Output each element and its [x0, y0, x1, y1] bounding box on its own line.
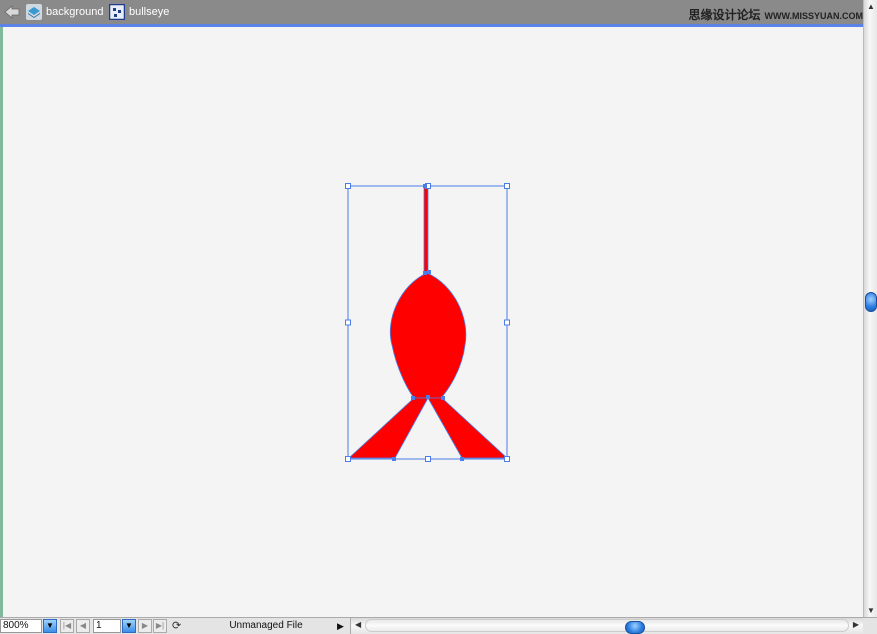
scroll-right-arrow-icon[interactable]: ▶ — [853, 620, 859, 629]
handle-middle-left[interactable] — [345, 319, 351, 326]
zoom-field[interactable]: 800% — [0, 619, 42, 633]
last-page-button[interactable]: ▶| — [153, 619, 167, 633]
first-page-icon: |◀ — [62, 621, 72, 630]
next-page-button[interactable]: ▶ — [138, 619, 152, 633]
handle-bottom-center[interactable] — [425, 456, 431, 462]
shape-right-leg — [427, 397, 509, 459]
page-dropdown-button[interactable]: ▼ — [122, 619, 136, 633]
handle-bottom-right[interactable] — [504, 456, 510, 462]
handle-top-right[interactable] — [504, 183, 510, 189]
resize-grip-icon[interactable] — [863, 618, 877, 634]
page-field[interactable]: 1 — [93, 619, 121, 633]
rotate-view-icon[interactable]: ⟳ — [172, 619, 186, 633]
red-shape[interactable] — [347, 185, 509, 459]
prev-page-icon: ◀ — [79, 621, 87, 630]
scroll-down-arrow-icon[interactable]: ▼ — [867, 606, 875, 615]
first-page-button[interactable]: |◀ — [60, 619, 74, 633]
shape-body — [389, 272, 467, 399]
shape-stem — [423, 185, 429, 275]
status-bar: 800% ▼ |◀ ◀ 1 ▼ ▶ ▶| ⟳ Unmanaged File ▶ … — [0, 617, 877, 634]
status-menu-arrow-icon[interactable]: ▶ — [337, 619, 344, 633]
next-page-icon: ▶ — [141, 621, 149, 630]
zoom-dropdown-button[interactable]: ▼ — [43, 619, 57, 633]
file-status: Unmanaged File — [229, 620, 303, 631]
scroll-up-arrow-icon[interactable]: ▲ — [867, 2, 875, 11]
handle-bottom-left[interactable] — [345, 456, 351, 462]
shape-left-leg — [347, 397, 429, 459]
anchor-point[interactable] — [392, 457, 396, 461]
handle-middle-right[interactable] — [504, 319, 510, 326]
vertical-scroll-thumb[interactable] — [865, 292, 877, 312]
anchor-point[interactable] — [423, 184, 427, 188]
vertical-scrollbar[interactable]: ▲ ▼ — [863, 0, 877, 617]
scroll-left-arrow-icon[interactable]: ◀ — [355, 620, 361, 629]
anchor-point[interactable] — [423, 271, 427, 275]
prev-page-button[interactable]: ◀ — [76, 619, 90, 633]
horizontal-scroll-track[interactable] — [365, 619, 849, 634]
anchor-point[interactable] — [460, 457, 464, 461]
horizontal-scrollbar[interactable]: ◀ ▶ — [350, 618, 863, 634]
anchor-point[interactable] — [427, 270, 431, 274]
anchor-point[interactable] — [426, 395, 430, 399]
last-page-icon: ▶| — [155, 621, 165, 630]
horizontal-scroll-thumb[interactable] — [625, 621, 645, 634]
handle-top-left[interactable] — [345, 183, 351, 189]
chevron-down-icon: ▼ — [125, 621, 133, 630]
chevron-down-icon: ▼ — [46, 621, 54, 630]
anchor-point[interactable] — [411, 396, 415, 400]
anchor-point[interactable] — [441, 396, 445, 400]
artwork — [345, 183, 510, 462]
